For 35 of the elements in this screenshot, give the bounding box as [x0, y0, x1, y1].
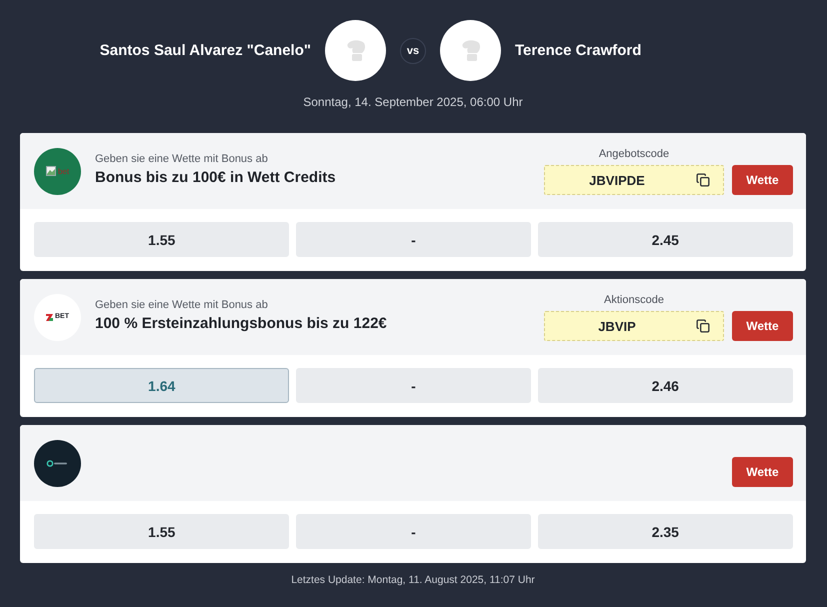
offer-title: 100 % Ersteinzahlungsbonus bis zu 122€: [95, 314, 388, 332]
promo-code-field[interactable]: JBVIP: [544, 311, 724, 341]
promo-code: JBVIP: [597, 318, 637, 334]
copy-icon[interactable]: [696, 173, 710, 187]
logo-mark-icon: [46, 314, 53, 320]
logo-icon: [34, 440, 81, 486]
copy-icon[interactable]: [696, 319, 710, 333]
offer-subtitle: Geben sie eine Wette mit Bonus ab: [95, 298, 269, 312]
boxing-glove-icon: [346, 40, 366, 62]
odds-button[interactable]: -: [296, 222, 531, 257]
promo-code: JBVIPDE: [588, 172, 646, 188]
bet-button[interactable]: Wette: [732, 165, 793, 195]
fighter-name: Santos Saul Alvarez "Canelo": [100, 42, 311, 59]
bet-button[interactable]: Wette: [732, 311, 793, 341]
odds-button[interactable]: 2.45: [538, 222, 793, 257]
bet-button[interactable]: Wette: [732, 457, 793, 487]
code-label: Angebotscode: [598, 147, 670, 161]
logo-alt-text: bet: [58, 166, 70, 176]
odds-button[interactable]: 2.35: [538, 514, 793, 549]
odds-button[interactable]: -: [296, 368, 531, 403]
promo-code-field[interactable]: JBVIPDE: [544, 165, 724, 195]
vs-badge: vs: [400, 38, 426, 64]
odds-button[interactable]: 1.64: [34, 368, 290, 403]
boxing-glove-icon: [460, 40, 480, 62]
fighter-name: Terence Crawford: [515, 42, 642, 59]
code-label: Aktionscode: [604, 293, 664, 307]
match-date: Sonntag, 14. September 2025, 06:00 Uhr: [303, 95, 523, 109]
odds-button[interactable]: 2.46: [538, 368, 793, 403]
broken-image-icon: [46, 166, 56, 176]
last-update-text: Letztes Update: Montag, 11. August 2025, 11:07 Uhr: [291, 574, 535, 587]
odds-button[interactable]: 1.55: [34, 514, 290, 549]
offer-title: Bonus bis zu 100€ in Wett Credits: [95, 168, 337, 186]
odds-button[interactable]: 1.55: [34, 222, 290, 257]
odds-button[interactable]: -: [296, 514, 531, 549]
offer-subtitle: Geben sie eine Wette mit Bonus ab: [95, 152, 269, 166]
